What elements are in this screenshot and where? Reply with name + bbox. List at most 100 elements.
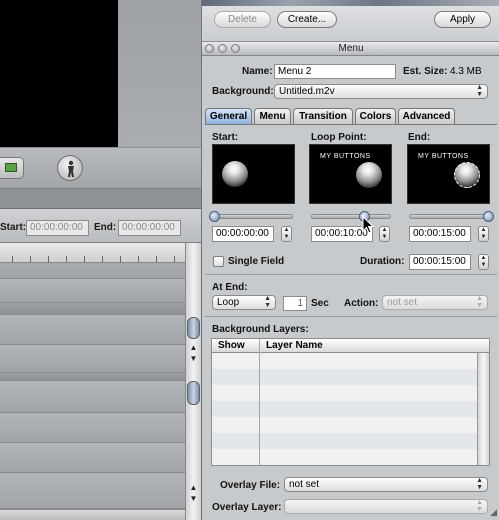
action-label: Action: <box>344 298 379 309</box>
tab-transition[interactable]: Transition <box>293 108 353 124</box>
scroll-thumb[interactable] <box>187 317 200 339</box>
resize-grip-icon[interactable]: ◢ <box>490 507 497 518</box>
scroll-up-arrow[interactable]: ▲ <box>189 343 198 352</box>
video-viewer <box>0 0 118 147</box>
table-row[interactable] <box>212 369 477 385</box>
at-end-unit-label: Sec <box>311 298 329 309</box>
end-stepper[interactable]: ▲ ▼ <box>478 226 489 242</box>
section-divider <box>205 316 497 317</box>
at-end-popup[interactable]: Loop ▲ ▼ <box>212 295 276 310</box>
at-end-count-field[interactable]: 1 <box>283 296 307 311</box>
track-row <box>0 315 185 345</box>
popup-arrows-icon: ▲ ▼ <box>264 295 271 309</box>
overlay-layer-popup[interactable]: ▲ ▼ <box>284 499 488 514</box>
popup-arrows-icon: ▲ ▼ <box>476 477 483 491</box>
at-end-popup-value: Loop <box>217 297 240 308</box>
timeline-horizontal-scrollbar[interactable] <box>0 509 185 520</box>
at-end-label: At End: <box>212 282 248 293</box>
end-preview-caption: MY BUTTONS <box>418 153 469 160</box>
tc-end-field[interactable]: 00:00:00:00 <box>118 220 181 236</box>
start-preview <box>212 144 295 204</box>
timeline-vertical-scrollbar[interactable]: ▲ ▼ ▲ ▼ <box>185 243 201 520</box>
scroll-up-arrow[interactable]: ▲ <box>189 483 198 492</box>
background-app-area: Start: 00:00:00:00 End: 00:00:00:00 ▲ ▼ … <box>0 0 201 520</box>
loop-preview-caption: MY BUTTONS <box>320 153 371 160</box>
popup-arrows-icon: ▲ ▼ <box>476 295 483 309</box>
track-row <box>0 473 185 509</box>
background-popup-value: Untitled.m2v <box>279 86 335 97</box>
end-slider-knob[interactable] <box>482 211 494 222</box>
sphere-graphic <box>222 161 248 187</box>
est-size-value: 4.3 MB <box>450 66 482 77</box>
track-row <box>0 413 185 443</box>
loop-stepper[interactable]: ▲ ▼ <box>379 226 390 242</box>
delete-button[interactable]: Delete <box>214 11 271 28</box>
end-preview-label: End: <box>408 132 431 143</box>
scroll-thumb[interactable] <box>187 381 200 405</box>
thumbnail-strip <box>202 0 499 6</box>
overlay-layer-label: Overlay Layer: <box>212 502 282 513</box>
column-header-layer-name[interactable]: Layer Name <box>266 340 323 351</box>
action-popup[interactable]: not set ▲ ▼ <box>382 295 488 310</box>
track-row <box>0 345 185 373</box>
scroll-down-arrow[interactable]: ▼ <box>189 494 198 503</box>
tab-advanced[interactable]: Advanced <box>398 108 455 124</box>
table-row[interactable] <box>212 449 477 465</box>
sphere-graphic <box>454 162 480 188</box>
window-titlebar[interactable]: Menu <box>202 42 499 56</box>
table-row[interactable] <box>212 353 477 369</box>
background-layers-table[interactable]: Show Layer Name <box>211 338 490 466</box>
end-timecode-field[interactable]: 00:00:15:00 <box>409 226 471 242</box>
table-row[interactable] <box>212 433 477 449</box>
section-divider <box>205 274 497 275</box>
tab-menu[interactable]: Menu <box>254 108 291 124</box>
loop-preview-label: Loop Point: <box>311 132 367 143</box>
duration-field[interactable]: 00:00:15:00 <box>409 254 471 270</box>
timeline-tracks[interactable] <box>0 243 185 520</box>
monitor-icon[interactable] <box>0 157 24 179</box>
table-row[interactable] <box>212 401 477 417</box>
track-row <box>0 373 185 381</box>
column-header-show[interactable]: Show <box>218 340 245 351</box>
create-button[interactable]: Create... <box>277 11 337 28</box>
overlay-file-popup[interactable]: not set ▲ ▼ <box>284 477 488 492</box>
name-label: Name: <box>242 66 273 77</box>
viewer-controls-strip <box>0 147 201 189</box>
start-preview-label: Start: <box>212 132 239 143</box>
left-separator <box>0 189 201 209</box>
tc-start-label: Start: <box>0 222 27 233</box>
duration-stepper[interactable]: ▲ ▼ <box>478 254 489 270</box>
person-icon[interactable] <box>57 155 83 181</box>
tab-general[interactable]: General <box>205 108 252 124</box>
table-scrollbar[interactable] <box>477 353 489 465</box>
end-preview: MY BUTTONS <box>407 144 490 204</box>
tc-start-field[interactable]: 00:00:00:00 <box>26 220 89 236</box>
duration-label: Duration: <box>360 256 405 267</box>
start-slider-knob[interactable] <box>208 211 220 222</box>
end-slider-track[interactable] <box>409 214 488 219</box>
background-popup[interactable]: Untitled.m2v ▲ ▼ <box>274 84 488 99</box>
mouse-pointer-icon <box>362 215 375 237</box>
sphere-graphic <box>356 162 382 188</box>
table-header: Show Layer Name <box>212 339 489 353</box>
timeline-ruler[interactable] <box>0 243 185 263</box>
overlay-file-popup-value: not set <box>289 479 320 490</box>
popup-arrows-icon: ▲ ▼ <box>476 499 483 513</box>
viewer-bezel <box>118 0 201 147</box>
loop-slider-track[interactable] <box>311 214 391 219</box>
apply-button[interactable]: Apply <box>434 11 491 28</box>
track-row <box>0 279 185 303</box>
table-row[interactable] <box>212 417 477 433</box>
tab-colors[interactable]: Colors <box>355 108 396 124</box>
table-row[interactable] <box>212 385 477 401</box>
track-row <box>0 303 185 315</box>
scroll-down-arrow[interactable]: ▼ <box>189 354 198 363</box>
top-toolbar: Delete Create... Apply <box>201 0 499 42</box>
single-field-checkbox[interactable] <box>213 256 224 267</box>
name-field[interactable]: Menu 2 <box>274 64 396 79</box>
start-stepper[interactable]: ▲ ▼ <box>281 226 292 242</box>
start-slider-track[interactable] <box>214 214 293 219</box>
start-timecode-field[interactable]: 00:00:00:00 <box>212 226 274 242</box>
loop-preview: MY BUTTONS <box>309 144 392 204</box>
menu-inspector-panel: Menu Name: Menu 2 Est. Size: 4.3 MB Back… <box>201 42 499 520</box>
